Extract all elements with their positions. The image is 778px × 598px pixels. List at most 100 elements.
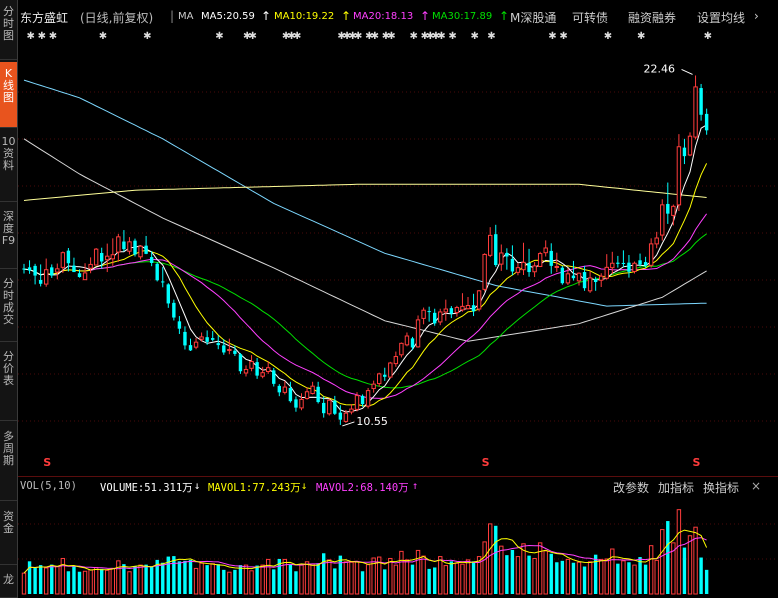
ma30-value: MA30:17.89: [432, 11, 493, 22]
high-label: 22.46: [644, 62, 676, 75]
candle-body: [294, 399, 298, 408]
signal-star-icon: ✱: [704, 31, 712, 42]
candle-body: [249, 361, 254, 369]
candle-body: [110, 254, 115, 260]
signal-star-icon: ✱: [143, 31, 151, 42]
volume-bar: [227, 571, 232, 595]
candle-body: [304, 391, 310, 400]
sidebar-tab-0[interactable]: 分时图: [0, 0, 17, 60]
sidebar-tab-4[interactable]: 分时成交: [0, 272, 17, 342]
volume-bar: [465, 559, 471, 595]
volume-bar: [266, 558, 271, 595]
volume-bar: [110, 567, 115, 595]
candle-body: [377, 373, 382, 385]
volume-bar: [494, 525, 498, 594]
low-arrow: [342, 421, 355, 427]
candle-body: [316, 386, 320, 403]
signal-star-icon: ✱: [387, 31, 395, 42]
candle-body: [643, 262, 648, 266]
candle-body: [349, 408, 354, 413]
ma20-arrow: ↑: [420, 9, 431, 23]
volume-bar: [388, 557, 393, 595]
candle-body: [543, 247, 548, 254]
volume-bar: [338, 555, 343, 594]
candle-body: [22, 268, 26, 270]
candle-body: [449, 308, 454, 314]
candle-body: [554, 265, 559, 268]
volume-bar: [471, 561, 476, 594]
volume-bar: [138, 564, 143, 595]
volume-bar: [499, 545, 504, 595]
volume-bar: [682, 547, 687, 594]
ma20-value: MA20:18.13: [353, 11, 414, 22]
candle-body: [144, 245, 148, 254]
sidebar-tab-3[interactable]: 深度F9: [0, 205, 17, 269]
volume-bar: [33, 567, 37, 594]
volume-bar: [427, 568, 431, 594]
main-chart[interactable]: 22.4610.55✱ ✱ ✱ ✱ ✱ ✱ ✱✱ ✱✱✱ ✱✱✱✱ ✱✱ ✱✱ ✱ ✱✱✱✱ ✱ ✱ ✱ ✱ ✱ ✱…: [18, 24, 778, 474]
sidebar-tab-8[interactable]: 龙: [0, 568, 17, 598]
volume-bar: [233, 569, 237, 594]
candle-body: [50, 267, 54, 276]
candle-body: [266, 367, 271, 373]
candle-body: [211, 338, 215, 340]
volume-bar: [449, 561, 454, 594]
candle-body: [272, 370, 276, 384]
volume-bar: [360, 571, 365, 594]
volume-bar: [304, 561, 310, 595]
volume-bar: [21, 572, 27, 595]
volume-bar: [488, 523, 493, 595]
volume-bar: [105, 569, 110, 595]
volume-bar: [510, 549, 515, 594]
signal-star-icon: ✱: [487, 31, 495, 42]
candle-body: [27, 267, 32, 271]
mavol1-arrow: ↓: [301, 480, 308, 492]
candle-body: [299, 398, 304, 409]
volume-bar: [299, 564, 304, 595]
ma10-line: [23, 163, 708, 407]
volume-bar: [365, 564, 371, 595]
candle-body: [587, 277, 593, 292]
volume-bar: [460, 563, 465, 595]
signal-star-icon: ✱: [215, 31, 223, 42]
volume-bar: [438, 556, 443, 595]
signal-star-icon: ✱: [293, 31, 301, 42]
volume-chart[interactable]: [18, 494, 778, 598]
candle-body: [93, 248, 99, 266]
sidebar-tab-7[interactable]: 资金: [0, 505, 17, 565]
volume-bar: [144, 564, 148, 594]
volume-bar: [505, 555, 509, 594]
volume-bar: [616, 563, 620, 594]
sell-marker: S: [482, 456, 490, 469]
sidebar-tab-5[interactable]: 分价表: [0, 345, 17, 421]
ma250-line: [23, 138, 707, 342]
ma60-line: [23, 183, 707, 201]
sidebar-tab-1[interactable]: K线图: [0, 62, 17, 128]
candle-body: [460, 305, 465, 311]
candle-body: [238, 354, 243, 372]
volume-bar: [693, 526, 698, 595]
close-icon[interactable]: ×: [751, 479, 761, 493]
candle-body: [599, 275, 604, 281]
signal-star-icon: ✱: [637, 31, 645, 42]
volume-bar: [272, 569, 276, 594]
mavol2-line: [23, 537, 707, 574]
candle-body: [72, 265, 76, 273]
sidebar-tab-2[interactable]: 10资料: [0, 130, 17, 202]
volume-bar: [482, 541, 487, 595]
candle-body: [227, 349, 232, 352]
volume-bar: [93, 566, 99, 595]
volume-bar: [582, 566, 587, 594]
candle-body: [593, 279, 598, 283]
volume-bar: [638, 557, 642, 594]
sidebar-tab-6[interactable]: 多周期: [0, 425, 17, 501]
volume-bar: [193, 567, 199, 595]
volume-bar: [127, 571, 132, 595]
candle-body: [532, 265, 537, 273]
candle-body: [454, 307, 460, 314]
volume-bar: [699, 557, 703, 594]
volume-bar: [576, 561, 582, 595]
ma5-line: [23, 124, 707, 413]
ma-settings-chevron-icon[interactable]: ›: [754, 9, 759, 23]
candle-body: [632, 262, 637, 272]
